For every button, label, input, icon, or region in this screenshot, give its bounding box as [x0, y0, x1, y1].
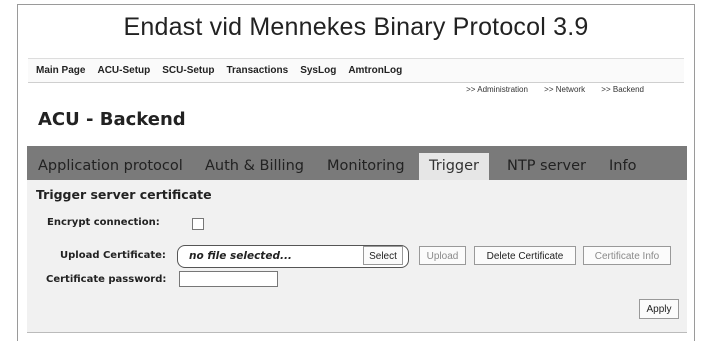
delete-certificate-button[interactable]: Delete Certificate	[474, 246, 576, 265]
breadcrumb: >> Administration >> Network >> Backend	[452, 85, 644, 94]
apply-button[interactable]: Apply	[639, 299, 679, 319]
breadcrumb-network[interactable]: >> Network	[544, 85, 585, 94]
tab-ntp-server[interactable]: NTP server	[497, 153, 596, 180]
certificate-password-input[interactable]	[179, 271, 278, 287]
tab-monitoring[interactable]: Monitoring	[317, 153, 415, 180]
breadcrumb-administration[interactable]: >> Administration	[466, 85, 528, 94]
figure-frame: Endast vid Mennekes Binary Protocol 3.9 …	[17, 4, 695, 341]
menu-transactions[interactable]: Transactions	[226, 65, 288, 76]
breadcrumb-backend[interactable]: >> Backend	[601, 85, 644, 94]
menu-acu-setup[interactable]: ACU-Setup	[97, 65, 150, 76]
upload-certificate-label: Upload Certificate:	[60, 250, 166, 261]
select-button[interactable]: Select	[363, 246, 403, 265]
menu-scu-setup[interactable]: SCU-Setup	[162, 65, 214, 76]
tab-auth-billing[interactable]: Auth & Billing	[195, 153, 314, 180]
menu-main-page[interactable]: Main Page	[36, 65, 85, 76]
file-placeholder: no file selected...	[189, 250, 292, 262]
top-menu: Main Page ACU-Setup SCU-Setup Transactio…	[28, 58, 684, 83]
section-title: Trigger server certificate	[36, 187, 212, 202]
encrypt-connection-checkbox[interactable]	[192, 218, 204, 230]
tab-info[interactable]: Info	[599, 153, 647, 180]
tab-bar: Application protocol Auth & Billing Moni…	[27, 146, 687, 180]
menu-amtronlog[interactable]: AmtronLog	[348, 65, 402, 76]
tab-application-protocol[interactable]: Application protocol	[28, 153, 193, 180]
tab-content: Trigger server certificate Encrypt conne…	[27, 180, 687, 333]
certificate-info-button[interactable]: Certificate Info	[583, 246, 671, 265]
figure-caption: Endast vid Mennekes Binary Protocol 3.9	[123, 13, 589, 41]
encrypt-connection-label: Encrypt connection:	[47, 217, 160, 228]
menu-syslog[interactable]: SysLog	[300, 65, 336, 76]
page-title: ACU - Backend	[38, 109, 186, 130]
tab-trigger[interactable]: Trigger	[419, 153, 490, 180]
upload-button[interactable]: Upload	[419, 246, 466, 265]
certificate-password-label: Certificate password:	[46, 274, 167, 285]
